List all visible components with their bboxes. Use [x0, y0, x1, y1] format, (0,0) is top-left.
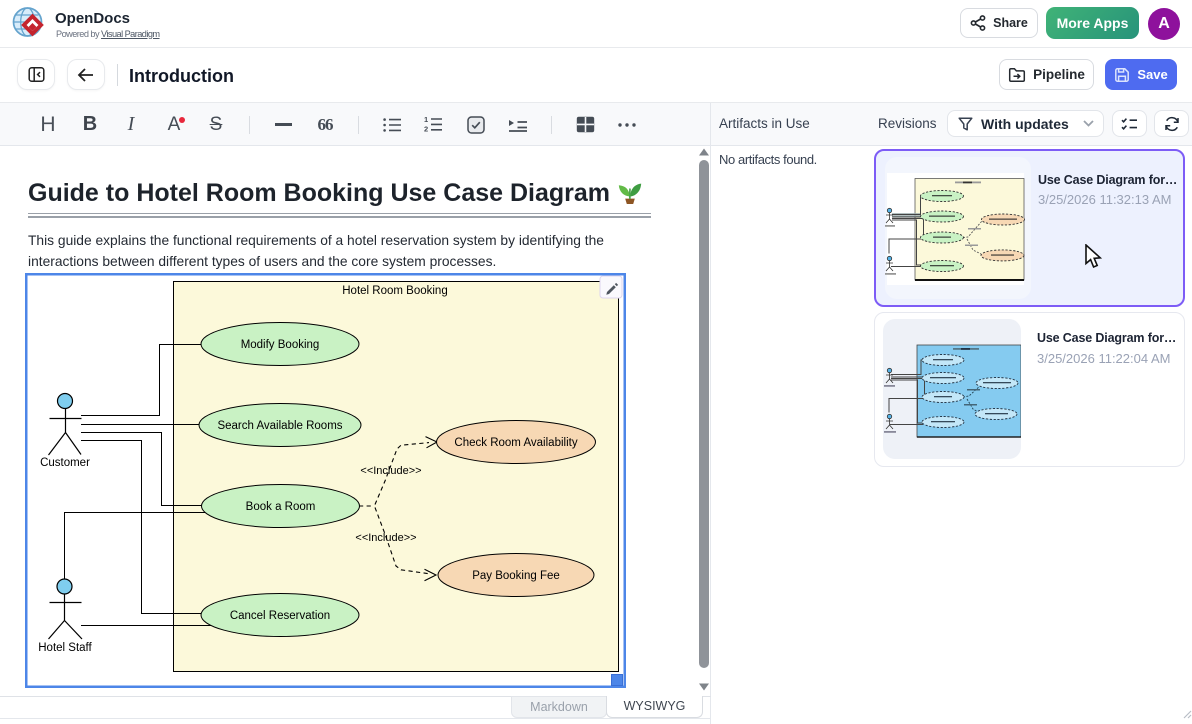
- svg-text:Book a Room: Book a Room: [246, 501, 316, 513]
- svg-text:Pay Booking Fee: Pay Booking Fee: [472, 570, 560, 582]
- svg-text:<<Include>>: <<Include>>: [360, 465, 421, 477]
- svg-text:2: 2: [424, 125, 428, 134]
- svg-text:Customer: Customer: [40, 457, 90, 469]
- svg-text:Hotel Staff: Hotel Staff: [38, 642, 92, 654]
- svg-text:Cancel Reservation: Cancel Reservation: [230, 610, 330, 622]
- svg-text:Check Room Availability: Check Room Availability: [454, 437, 577, 449]
- svg-text:Search Available Rooms: Search Available Rooms: [217, 420, 342, 432]
- svg-text:<<Include>>: <<Include>>: [355, 532, 416, 544]
- svg-text:Modify Booking: Modify Booking: [241, 339, 320, 351]
- svg-text:Hotel Room Booking: Hotel Room Booking: [342, 285, 447, 297]
- svg-text:1: 1: [424, 116, 428, 124]
